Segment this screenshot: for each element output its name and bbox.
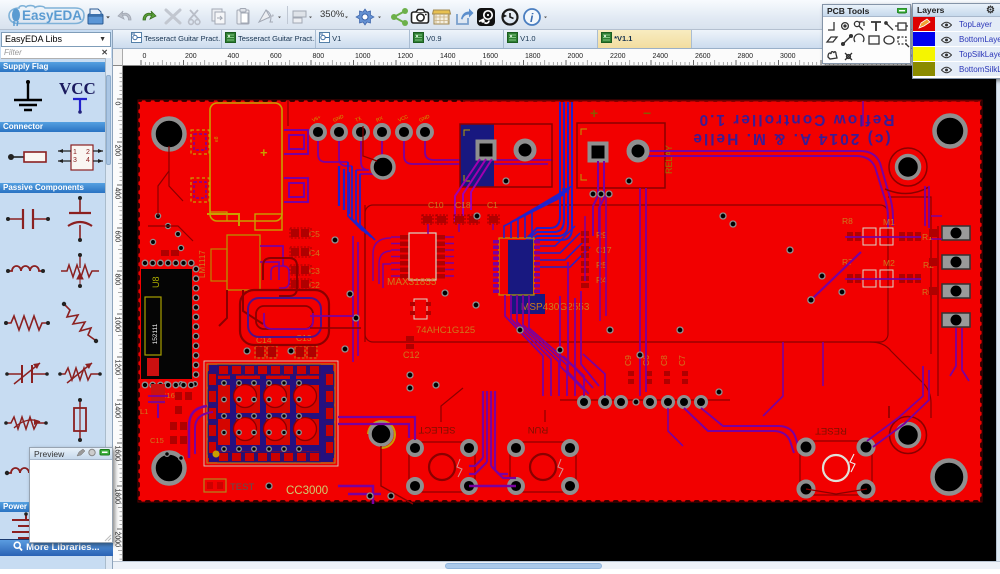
- svg-text:3: 3: [73, 157, 77, 164]
- svg-text:C15: C15: [150, 436, 164, 445]
- svg-text:2600: 2600: [695, 53, 711, 60]
- svg-text:C4: C4: [309, 248, 320, 258]
- svg-text:2400: 2400: [653, 53, 669, 60]
- svg-text:1: 1: [73, 149, 77, 156]
- svg-text:Reflow Controller 1.0: Reflow Controller 1.0: [697, 111, 894, 128]
- svg-text:+: +: [260, 145, 268, 160]
- svg-text:U8: U8: [151, 276, 161, 288]
- svg-text:400: 400: [114, 188, 121, 200]
- svg-text:C17: C17: [596, 245, 612, 255]
- svg-text:C2: C2: [309, 280, 320, 290]
- svg-text:C1: C1: [487, 200, 498, 210]
- svg-text:1000: 1000: [114, 317, 121, 333]
- svg-text:M1: M1: [883, 217, 895, 227]
- svg-text:RELAY: RELAY: [664, 145, 674, 174]
- svg-text:R8: R8: [842, 216, 853, 226]
- svg-text:1600: 1600: [483, 53, 499, 60]
- svg-text:MAX31855: MAX31855: [387, 277, 437, 288]
- svg-text:1200: 1200: [114, 360, 121, 376]
- svg-text:C3: C3: [309, 266, 320, 276]
- svg-text:2000: 2000: [114, 532, 121, 548]
- svg-text:C8: C8: [659, 355, 669, 366]
- svg-text:800: 800: [313, 53, 325, 60]
- svg-text:C10: C10: [428, 200, 444, 210]
- svg-text:152111: 152111: [152, 323, 159, 344]
- svg-text:3000: 3000: [780, 53, 796, 60]
- svg-text:4: 4: [86, 157, 90, 164]
- svg-text:0: 0: [143, 53, 147, 60]
- svg-text:1000: 1000: [355, 53, 371, 60]
- svg-text:600: 600: [270, 53, 282, 60]
- svg-text:M2: M2: [883, 258, 895, 268]
- svg-text:SELECT: SELECT: [418, 424, 455, 435]
- svg-text:1800: 1800: [525, 53, 541, 60]
- svg-text:600: 600: [114, 231, 121, 243]
- svg-text:+: +: [590, 105, 598, 121]
- svg-text:1400: 1400: [114, 403, 121, 419]
- svg-text:CC3000: CC3000: [286, 485, 328, 497]
- svg-text:(c) 2014 A. & M. Helle: (c) 2014 A. & M. Helle: [691, 130, 890, 147]
- svg-text:RESET: RESET: [815, 425, 847, 436]
- svg-text:TEST: TEST: [230, 482, 254, 493]
- svg-text:C12: C12: [403, 350, 420, 360]
- svg-text:L1: L1: [140, 407, 148, 416]
- svg-text:C7: C7: [677, 355, 687, 366]
- svg-text:C18: C18: [455, 200, 471, 210]
- svg-text:1200: 1200: [398, 53, 414, 60]
- svg-text:0: 0: [114, 102, 121, 106]
- svg-text:2000: 2000: [568, 53, 584, 60]
- svg-text:2200: 2200: [610, 53, 626, 60]
- svg-text:RUN: RUN: [528, 424, 549, 435]
- svg-text:−: −: [643, 105, 651, 121]
- svg-text:LM1117: LM1117: [198, 250, 207, 278]
- svg-text:1800: 1800: [114, 489, 121, 505]
- svg-text:EasyEDA: EasyEDA: [22, 8, 82, 23]
- svg-text:C5: C5: [309, 229, 320, 239]
- svg-text:200: 200: [185, 53, 197, 60]
- svg-text:e8: e8: [214, 136, 220, 142]
- svg-text:200: 200: [114, 145, 121, 157]
- svg-text:74AHC1G125: 74AHC1G125: [416, 325, 475, 336]
- svg-text:800: 800: [114, 274, 121, 286]
- svg-text:2: 2: [86, 149, 90, 156]
- svg-text:VCC: VCC: [59, 79, 96, 98]
- svg-text:MSP430G2553: MSP430G2553: [521, 302, 590, 313]
- svg-text:2800: 2800: [738, 53, 754, 60]
- svg-text:1600: 1600: [114, 446, 121, 462]
- svg-text:1400: 1400: [440, 53, 456, 60]
- svg-text:400: 400: [228, 53, 240, 60]
- svg-text:C9: C9: [623, 355, 633, 366]
